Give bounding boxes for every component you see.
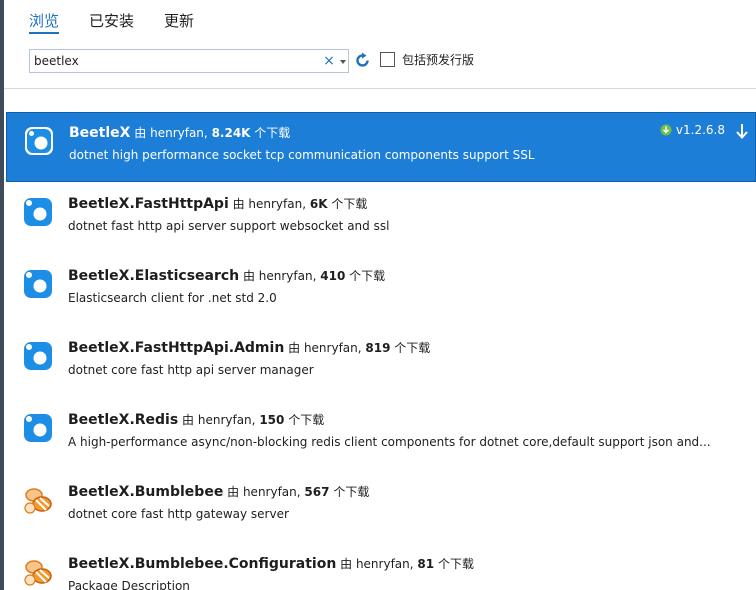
package-download-suffix: 个下载 (349, 269, 386, 283)
package-title-line: BeetleX.Elasticsearch 由 henryfan, 410 个下… (68, 266, 385, 286)
package-author: 由 henryfan, (242, 269, 317, 283)
package-title-line: BeetleX.Bumblebee.Configuration 由 henryf… (68, 554, 474, 574)
search-history-dropdown[interactable] (338, 52, 348, 70)
package-description: dotnet core fast http api server manager (68, 363, 314, 377)
package-name: BeetleX.Bumblebee.Configuration (68, 556, 337, 572)
package-version-badge: v1.2.6.8 (660, 123, 725, 137)
package-download-count: 81 (417, 557, 435, 571)
package-row-beetlex-fasthttpapi-admin[interactable]: BeetleX.FastHttpApi.Admin 由 henryfan, 81… (6, 328, 756, 398)
package-name: BeetleX.Bumblebee (68, 484, 224, 500)
package-row-beetlex-fasthttpapi[interactable]: BeetleX.FastHttpApi 由 henryfan, 6K 个下载 d… (6, 184, 756, 254)
refresh-icon[interactable] (354, 51, 372, 71)
package-title-line: BeetleX 由 henryfan, 8.24K 个下载 (69, 123, 290, 143)
package-download-count: 567 (304, 485, 330, 499)
include-prerelease-label: 包括预发行版 (402, 53, 475, 67)
package-description: Package Description (68, 579, 190, 590)
search-box: × (29, 49, 349, 73)
package-author: 由 henryfan, (340, 557, 414, 571)
package-description: dotnet core fast http gateway server (68, 507, 289, 521)
bumblebee-icon (24, 488, 52, 514)
package-download-suffix: 个下载 (394, 341, 431, 355)
package-download-suffix: 个下载 (437, 557, 474, 571)
header-divider (4, 88, 756, 89)
package-description: dotnet high performance socket tcp commu… (69, 148, 535, 162)
package-title-line: BeetleX.FastHttpApi.Admin 由 henryfan, 81… (68, 338, 430, 358)
package-row-beetlex-redis[interactable]: BeetleX.Redis 由 henryfan, 150 个下载 A high… (6, 400, 756, 470)
tab-updates[interactable]: 更新 (164, 10, 194, 34)
package-download-suffix: 个下载 (288, 413, 325, 427)
package-author: 由 henryfan, (288, 341, 362, 355)
package-author: 由 henryfan, (232, 197, 307, 211)
package-title-line: BeetleX.FastHttpApi 由 henryfan, 6K 个下载 (68, 194, 367, 214)
beetlex-blue-icon (24, 342, 52, 370)
package-download-suffix: 个下载 (331, 197, 368, 211)
package-title-line: BeetleX.Bumblebee 由 henryfan, 567 个下载 (68, 482, 369, 502)
bumblebee-icon (24, 560, 52, 586)
package-name: BeetleX.Elasticsearch (68, 268, 240, 284)
search-input[interactable] (34, 52, 314, 70)
package-row-beetlex-bumblebee-configuration[interactable]: BeetleX.Bumblebee.Configuration 由 henryf… (6, 544, 756, 590)
package-description: A high-performance async/non-blocking re… (68, 435, 711, 449)
update-available-icon (660, 124, 672, 136)
package-download-count: 150 (259, 413, 285, 427)
package-download-count: 819 (365, 341, 391, 355)
package-download-count: 6K (309, 197, 328, 211)
tab-bar: 浏览 已安装 更新 (29, 10, 224, 34)
package-name: BeetleX.Redis (68, 412, 179, 428)
package-row-beetlex-bumblebee[interactable]: BeetleX.Bumblebee 由 henryfan, 567 个下载 do… (6, 472, 756, 542)
package-description: Elasticsearch client for .net std 2.0 (68, 291, 277, 305)
clear-search-icon[interactable]: × (322, 52, 336, 70)
package-author: 由 henryfan, (182, 413, 256, 427)
beetlex-blue-icon (25, 127, 53, 155)
package-description: dotnet fast http api server support webs… (68, 219, 390, 233)
beetlex-blue-icon (24, 270, 52, 298)
tab-installed[interactable]: 已安装 (89, 10, 134, 34)
package-title-line: BeetleX.Redis 由 henryfan, 150 个下载 (68, 410, 324, 430)
package-download-count: 8.24K (211, 126, 251, 140)
beetlex-blue-icon (24, 198, 52, 226)
package-version: v1.2.6.8 (675, 123, 725, 137)
include-prerelease-checkbox[interactable] (380, 52, 395, 67)
install-download-icon[interactable] (735, 123, 749, 141)
tab-browse[interactable]: 浏览 (29, 10, 60, 34)
package-download-count: 410 (320, 269, 346, 283)
package-name: BeetleX.FastHttpApi (68, 196, 229, 212)
package-author: 由 henryfan, (227, 485, 301, 499)
package-name: BeetleX (69, 125, 131, 141)
package-download-suffix: 个下载 (333, 485, 370, 499)
package-author: 由 henryfan, (134, 126, 208, 140)
package-row-beetlex-elasticsearch[interactable]: BeetleX.Elasticsearch 由 henryfan, 410 个下… (6, 256, 756, 326)
package-download-suffix: 个下载 (254, 126, 291, 140)
package-row-beetlex[interactable]: BeetleX 由 henryfan, 8.24K 个下载 dotnet hig… (6, 112, 756, 182)
beetlex-blue-icon (24, 414, 52, 442)
package-name: BeetleX.FastHttpApi.Admin (68, 340, 285, 356)
